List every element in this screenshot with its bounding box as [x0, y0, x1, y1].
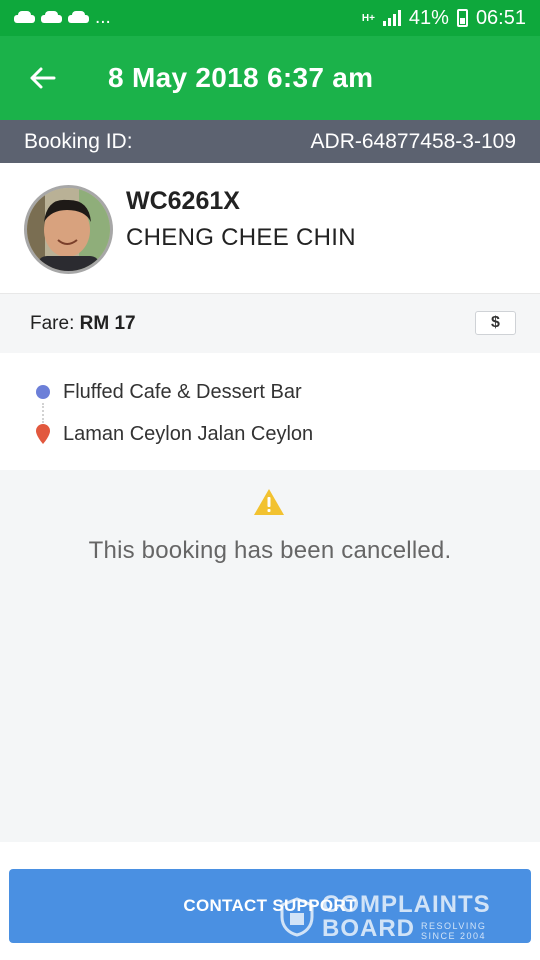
booking-id-value: ADR-64877458-3-109 — [310, 129, 516, 153]
battery-icon — [456, 9, 468, 27]
network-type: H+ — [361, 12, 375, 24]
dollar-icon: $ — [491, 314, 500, 331]
booking-id-label: Booking ID: — [24, 129, 133, 153]
fare-text: Fare: RM 17 — [30, 313, 136, 335]
notification-icons: ... — [14, 7, 111, 29]
fare-label: Fare: — [30, 313, 75, 334]
fare-details-button[interactable]: $ — [475, 311, 516, 335]
booking-id-bar: Booking ID: ADR-64877458-3-109 — [0, 120, 540, 163]
clock: 06:51 — [475, 6, 526, 29]
status-bar: ... H+ 41% 06:51 — [0, 0, 540, 36]
cancelled-message: This booking has been cancelled. — [88, 537, 452, 564]
more-notifications: ... — [95, 7, 111, 28]
fare-row: Fare: RM 17 $ — [0, 293, 540, 353]
contact-support-button[interactable]: CONTACT SUPPORT — [9, 869, 531, 943]
car-icon — [14, 11, 35, 25]
avatar — [24, 185, 113, 274]
route-connector — [42, 403, 44, 423]
car-icon — [41, 11, 62, 25]
fare-value: RM 17 — [79, 313, 136, 334]
signal-icon — [382, 10, 401, 26]
status-area: This booking has been cancelled. — [0, 470, 540, 842]
app-bar: 8 May 2018 6:37 am — [0, 36, 540, 120]
page-title: 8 May 2018 6:37 am — [108, 62, 374, 93]
route-card: Fluffed Cafe & Dessert Bar Laman Ceylon … — [0, 353, 540, 470]
location-pin-icon — [36, 424, 50, 444]
driver-name: CHENG CHEE CHIN — [126, 224, 356, 251]
system-icons: H+ 41% 06:51 — [362, 7, 526, 30]
back-button[interactable] — [0, 36, 84, 120]
car-icon — [68, 11, 89, 25]
warning-icon — [254, 489, 284, 515]
dropoff-location: Laman Ceylon Jalan Ceylon — [63, 423, 314, 445]
vehicle-plate: WC6261X — [126, 187, 240, 215]
arrow-left-icon — [30, 67, 56, 89]
driver-card: WC6261X CHENG CHEE CHIN — [0, 163, 540, 293]
pickup-dot-icon — [36, 385, 50, 399]
pickup-location: Fluffed Cafe & Dessert Bar — [63, 381, 302, 403]
battery-percent: 41% — [408, 6, 449, 29]
